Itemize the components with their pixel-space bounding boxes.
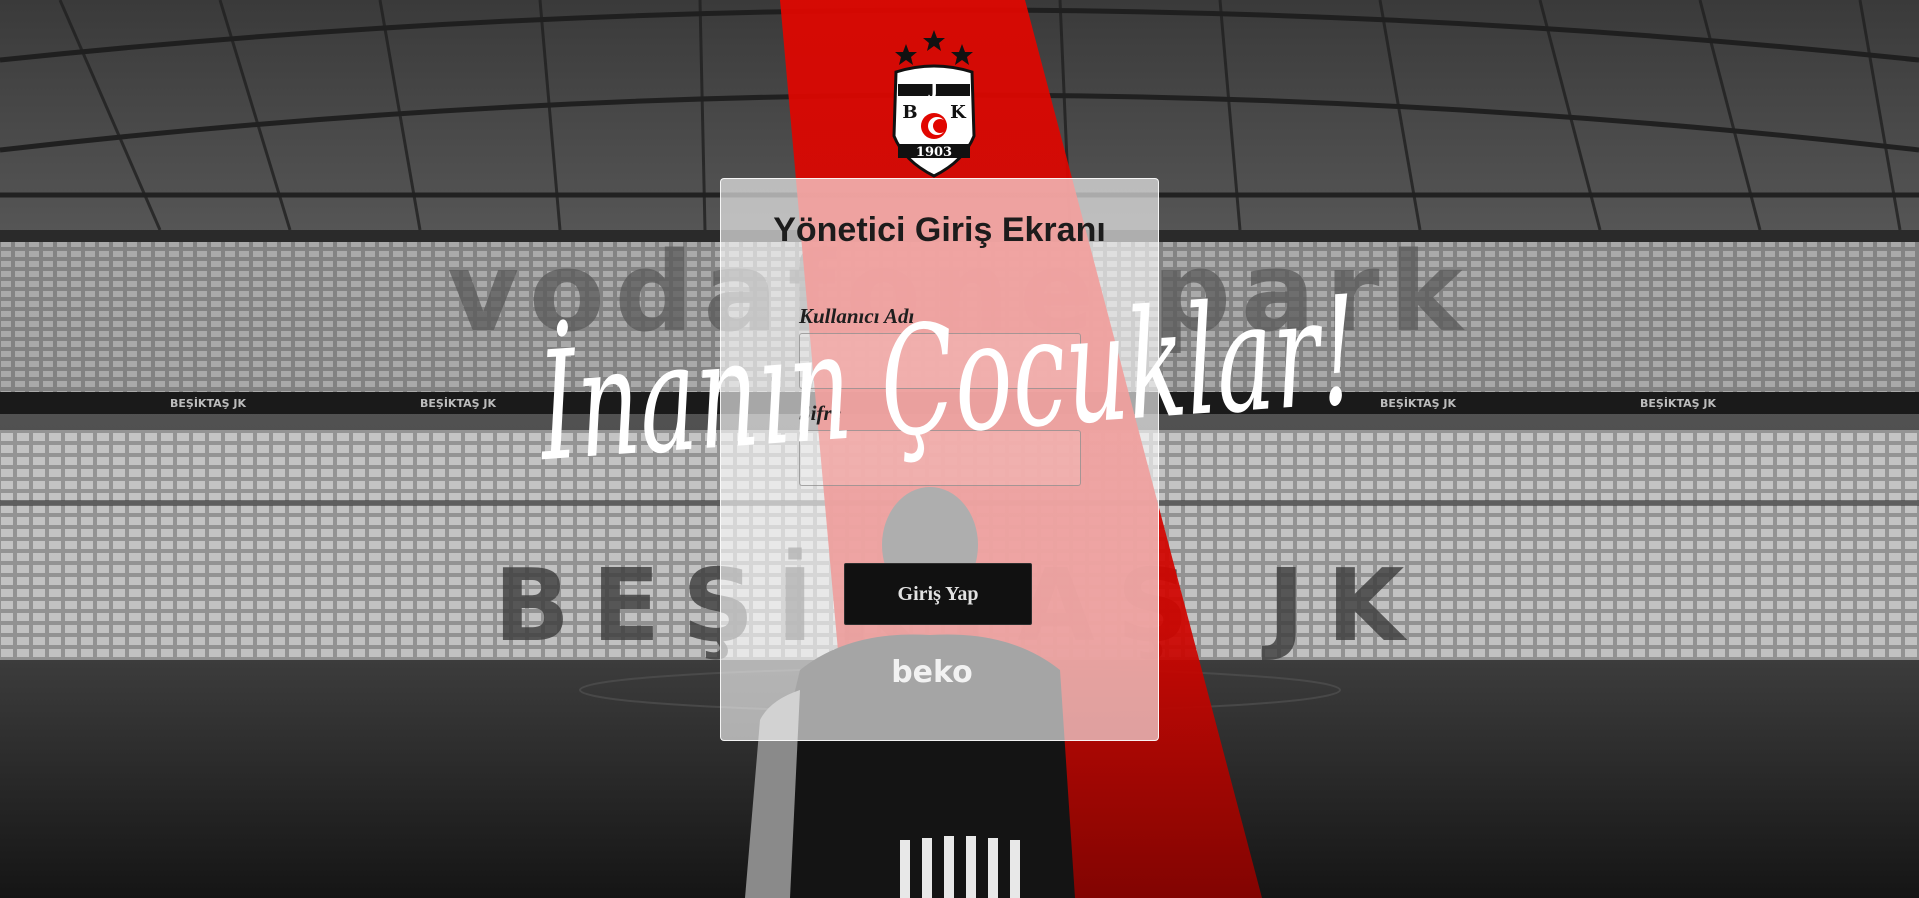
crest-letter: B bbox=[902, 102, 917, 123]
password-label: Şifre bbox=[799, 401, 841, 425]
password-input[interactable] bbox=[799, 430, 1081, 486]
crest-letter: K bbox=[950, 102, 967, 123]
login-form: Yönetici Giriş Ekranı Kullanıcı Adı Şifr… bbox=[720, 178, 1159, 741]
login-page: vodafone park BEŞİKTAŞ JK BEŞİKTAŞ JK BE… bbox=[0, 0, 1919, 898]
club-crest-logo: B J K 1903 bbox=[892, 30, 976, 178]
banner-text: BEŞİKTAŞ JK bbox=[170, 396, 246, 410]
crest-letter: J bbox=[928, 78, 939, 99]
banner-text: BEŞİKTAŞ JK bbox=[1380, 396, 1456, 410]
login-button[interactable]: Giriş Yap bbox=[844, 563, 1032, 625]
banner-text: BEŞİKTAŞ JK bbox=[1640, 396, 1716, 410]
page-title: Yönetici Giriş Ekranı bbox=[773, 211, 1106, 249]
username-label: Kullanıcı Adı bbox=[799, 304, 915, 328]
username-input[interactable] bbox=[799, 333, 1081, 389]
banner-text: BEŞİKTAŞ JK bbox=[420, 396, 496, 410]
crest-year: 1903 bbox=[916, 145, 952, 160]
